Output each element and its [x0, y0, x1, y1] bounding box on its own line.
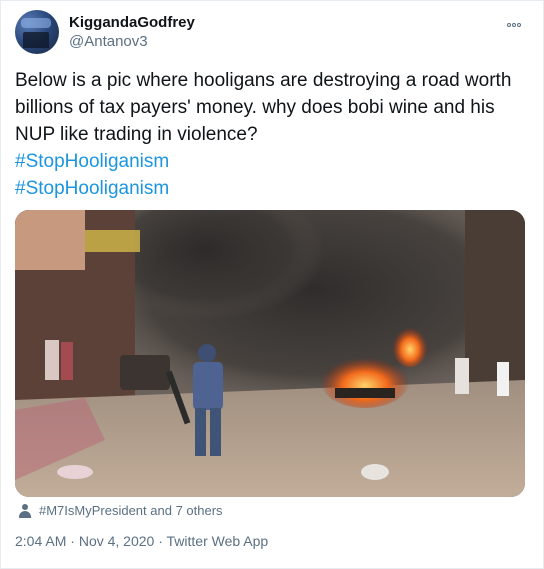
building-right — [465, 210, 525, 400]
hashtag-link[interactable]: #StopHooliganism — [15, 148, 531, 175]
tweet-body: Below is a pic where hooligans are destr… — [15, 67, 531, 202]
tweet-time: 2:04 AM — [15, 533, 67, 549]
burning-fire — [392, 323, 428, 367]
tweet-date: Nov 4, 2020 — [78, 533, 155, 549]
tweet-header: KiggandaGodfrey @Antanov3 — [15, 10, 529, 54]
tweet-text: Below is a pic where hooligans are destr… — [15, 70, 512, 145]
motorcycle — [120, 355, 170, 390]
social-context[interactable]: #M7IsMyPresident and 7 others — [19, 502, 223, 522]
debris — [335, 388, 395, 398]
building-left — [15, 210, 85, 270]
meta-separator: · — [158, 533, 163, 549]
social-context-label: #M7IsMyPresident and 7 others — [39, 503, 223, 519]
person-icon — [19, 503, 31, 518]
tweet-card: KiggandaGodfrey @Antanov3 Below is a pic… — [0, 0, 544, 569]
tweet-timestamp[interactable]: 2:04 AM · Nov 4, 2020 — [15, 533, 154, 549]
debris — [361, 464, 389, 480]
tweet-photo[interactable] — [15, 210, 525, 497]
debris — [57, 465, 93, 479]
hashtag-link[interactable]: #StopHooliganism — [15, 175, 531, 202]
author-names: KiggandaGodfrey @Antanov3 — [69, 13, 195, 51]
burning-fire — [320, 352, 410, 408]
author-display-name[interactable]: KiggandaGodfrey — [69, 13, 195, 32]
more-options-icon[interactable] — [507, 14, 527, 28]
tweet-meta: 2:04 AM · Nov 4, 2020 · Twitter Web App — [15, 533, 268, 549]
tweet-source[interactable]: Twitter Web App — [167, 533, 269, 549]
riot-street-photo — [15, 210, 525, 497]
meta-separator: · — [70, 533, 75, 549]
shop-sign — [85, 230, 140, 252]
author-avatar[interactable] — [15, 10, 59, 54]
author-handle[interactable]: @Antanov3 — [69, 32, 195, 51]
